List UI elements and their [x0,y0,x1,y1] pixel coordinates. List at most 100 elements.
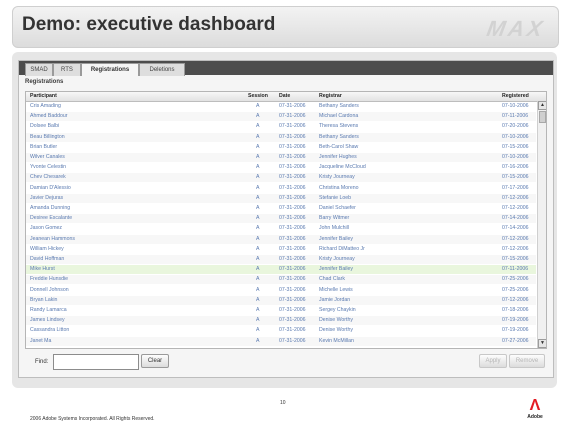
table-cell: 07-31-2006 [279,296,306,303]
scroll-thumb[interactable] [539,111,546,123]
table-cell: 07-18-2006 [502,307,529,313]
table-cell: Bethany Sanders [319,103,359,109]
table-cell: 07-31-2006 [279,286,306,293]
table-row[interactable]: Javier Dejuras A 07-31-2006 Stefanie Loeb 07… [26,193,536,203]
table-cell: Sergey Chaykin [319,307,356,313]
table-cell: Chev Chesarek [30,174,66,181]
col-session[interactable]: Session [248,92,268,101]
tab-rts[interactable]: RTS [53,63,81,76]
table-cell: A [256,317,260,324]
table-cell: Jennifer Bailey [319,266,354,273]
table-cell: Kevin McMillan [319,337,354,344]
table-cell: 07-31-2006 [279,164,306,171]
table-cell: 07-31-2006 [279,225,306,232]
table-cell: 07-10-2006 [502,103,529,109]
table-cell: Donnell Johnson [30,286,69,293]
table-cell: Jennifer Hughes [319,154,357,160]
table-cell: A [256,327,260,334]
table-cell: A [256,256,260,262]
slide-title: Demo: executive dashboard [22,14,276,35]
tab-smad[interactable]: SMAD [25,63,53,76]
table-cell: 07-25-2006 [502,286,529,293]
table-cell: 07-31-2006 [279,103,306,109]
table-cell: Jennifer Bailey [319,235,354,242]
vertical-scrollbar[interactable]: ▲ ▼ [537,101,546,348]
table-row[interactable]: David Hoffman A 07-31-2006 Kristy Journeay 0… [26,255,536,264]
table-cell: 07-31-2006 [279,317,306,324]
table-row[interactable]: Janet Ma A 07-31-2006 Kevin McMillan 07-27-2… [26,336,536,346]
table-cell: Daniel Schaefer [319,205,356,211]
find-input[interactable] [53,354,139,370]
table-cell: Freddie Hunsdie [30,276,69,283]
table-cell: 07-25-2006 [502,276,529,283]
table-row[interactable]: Randy Lamarca A 07-31-2006 Sergey Chaykin 07… [26,306,536,315]
table-cell: 07-14-2006 [502,215,529,222]
table-cell: 07-12-2006 [502,245,529,252]
table-cell: Chad Clark [319,276,345,283]
slide: Demo: executive dashboard MAX SMAD RTS R… [0,0,567,428]
table-row[interactable]: Dolsee Balbi A 07-31-2006 Theresa Stevens 07… [26,122,536,131]
table-row[interactable]: Jeanean Hammons A 07-31-2006 Jennifer Baile… [26,234,536,244]
table-row[interactable]: Cris Amading A 07-31-2006 Bethany Sanders 07… [26,102,536,111]
table-row[interactable]: Brian Butler A 07-31-2006 Beth-Carol Shaw 07… [26,143,536,152]
table-cell: Cassandra Litton [30,327,70,334]
table-cell: A [256,103,260,109]
table-row[interactable]: Mike Hurst A 07-31-2006 Jennifer Bailey 07-1… [26,265,536,275]
table-row[interactable]: Ahmed Baddour A 07-31-2006 Michael Cardona 0… [26,112,536,122]
table-cell: 07-16-2006 [502,164,529,171]
table-cell: Barry Witmer [319,215,350,222]
scroll-up-icon[interactable]: ▲ [538,101,546,110]
table-row[interactable]: Cassandra Litton A 07-31-2006 Denise Worthy… [26,326,536,335]
table-cell: John Mulchill [319,225,349,232]
table-cell: Mike Hurst [30,266,55,273]
table-cell: 07-31-2006 [279,205,306,211]
table-cell: Denise Worthy [319,317,353,324]
table-cell: Ahmed Baddour [30,113,68,120]
max-logo-icon: MAX [484,16,548,41]
table-row[interactable]: William Hickey A 07-31-2006 Richard DiMatte… [26,245,536,254]
apply-button[interactable]: Apply [479,354,507,368]
table-row[interactable]: Damian D'Alessio A 07-31-2006 Christina Mor… [26,184,536,193]
table-cell: 07-12-2006 [502,235,529,242]
table-row[interactable]: Donnell Johnson A 07-31-2006 Michelle Lewis… [26,286,536,295]
table-cell: Amanda Dunning [30,205,71,211]
table-cell: A [256,337,260,344]
tab-deletions[interactable]: Deletions [139,63,185,76]
table-cell: A [256,164,260,171]
table-cell: A [256,266,260,273]
table-cell: Bryan Lakin [30,296,58,303]
table-row[interactable]: Jason Gomez A 07-31-2006 John Mulchill 07-14… [26,224,536,233]
table-row[interactable]: Freddie Hunsdie A 07-31-2006 Chad Clark 07-2… [26,275,536,285]
col-registrar[interactable]: Registrar [319,92,342,101]
table-row[interactable]: Amanda Dunning A 07-31-2006 Daniel Schaefer… [26,204,536,213]
remove-button[interactable]: Remove [509,354,545,368]
col-date[interactable]: Date [279,92,290,101]
table-cell: 07-31-2006 [279,123,306,130]
clear-button[interactable]: Clear [141,354,169,368]
adobe-wordmark: Adobe [527,414,543,420]
col-registered[interactable]: Registered [502,92,529,101]
table-cell: James Lindsey [30,317,65,324]
table-row[interactable]: Yvonte Celestin A 07-31-2006 Jacqueline McC… [26,163,536,172]
table-row[interactable]: Bryan Lakin A 07-31-2006 Jamie Jordan 07-12-… [26,295,536,305]
table-cell: 07-11-2006 [502,266,529,273]
table-row[interactable]: James Lindsey A 07-31-2006 Denise Worthy 07-… [26,316,536,326]
col-participant[interactable]: Participant [30,92,57,101]
table-cell: 07-31-2006 [279,256,306,262]
table-row[interactable]: Wilver Canales A 07-31-2006 Jennifer Hughes… [26,153,536,162]
table-cell: 07-31-2006 [279,245,306,252]
table-cell: 07-31-2006 [279,327,306,334]
table-row[interactable]: Chev Chesarek A 07-31-2006 Kristy Journeay 0… [26,173,536,183]
table-cell: Kristy Journeay [319,174,355,181]
table-cell: A [256,154,260,160]
table-cell: 07-31-2006 [279,266,306,273]
table-cell: Randy Lamarca [30,307,67,313]
table-cell: 07-10-2006 [502,154,529,160]
tab-registrations[interactable]: Registrations [81,63,139,76]
table-cell: A [256,133,260,140]
table-row[interactable]: Desiree Escalante A 07-31-2006 Barry Witmer… [26,214,536,224]
scroll-down-icon[interactable]: ▼ [538,339,546,348]
table-row[interactable]: Beau Billington A 07-31-2006 Bethany Sander… [26,132,536,142]
table-cell: 07-31-2006 [279,235,306,242]
adobe-logo-icon: Λ Adobe [525,398,545,424]
